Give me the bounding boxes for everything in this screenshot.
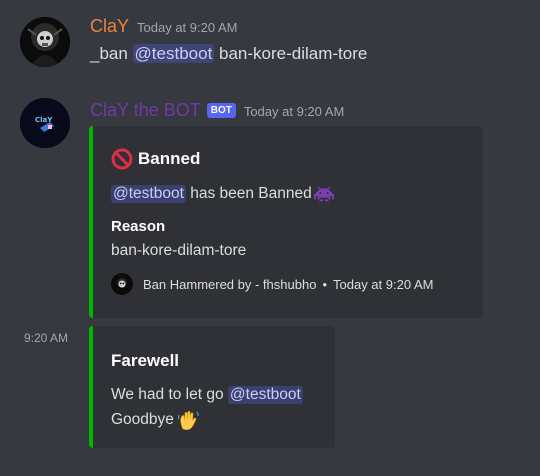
embed-title-text: Farewell bbox=[111, 351, 180, 370]
embed-farewell: Farewell We had to let go @testboot Good… bbox=[89, 326, 335, 448]
space-invader-icon bbox=[313, 186, 334, 202]
message-content: _ban @testboot ban-kore-dilam-tore bbox=[90, 44, 367, 64]
skull-avatar-icon bbox=[111, 273, 133, 295]
embed-footer: Ban Hammered by - fhshubho • Today at 9:… bbox=[111, 273, 433, 295]
no-entry-icon bbox=[111, 148, 133, 170]
hover-timestamp: 9:20 AM bbox=[24, 331, 69, 345]
description-text: We had to let go bbox=[111, 386, 228, 403]
message-clay-bot-continued: 9:20 AM Farewell We had to let go @testb… bbox=[0, 320, 540, 450]
skull-avatar-icon bbox=[20, 17, 70, 67]
embed-title: Banned bbox=[111, 148, 200, 170]
footer-avatar bbox=[111, 273, 133, 295]
message-text: ban-kore-dilam-tore bbox=[214, 44, 368, 63]
waving-hand-icon bbox=[177, 410, 199, 430]
timestamp: Today at 9:20 AM bbox=[243, 104, 345, 119]
message-text: _ban bbox=[90, 44, 133, 63]
description-text: has been Banned bbox=[185, 185, 312, 202]
embed-title-text: Banned bbox=[138, 149, 201, 168]
embed-title: Farewell bbox=[111, 351, 179, 371]
footer-text: Ban Hammered by - fhshubho bbox=[143, 276, 317, 292]
username[interactable]: ClaY bbox=[90, 16, 129, 37]
username[interactable]: ClaY the BOT bbox=[90, 100, 201, 121]
avatar[interactable] bbox=[20, 17, 70, 67]
description-text: Goodbye bbox=[111, 411, 174, 428]
embed-line-2: Goodbye bbox=[111, 409, 199, 431]
timestamp: Today at 9:20 AM bbox=[137, 20, 238, 35]
avatar[interactable]: ClaY bbox=[20, 98, 70, 148]
message-clay: ClaY Today at 9:20 AM _ban @testboot ban… bbox=[0, 0, 540, 80]
bot-avatar-icon: ClaY bbox=[20, 98, 70, 148]
footer-separator: • bbox=[322, 276, 327, 292]
embed-banned: Banned @testboot has been Banned Reason … bbox=[89, 126, 483, 318]
embed-description: @testboot has been Banned bbox=[111, 185, 334, 203]
message-clay-bot: ClaY ClaY the BOT BOT Today at 9:20 AM B… bbox=[0, 90, 540, 320]
user-mention[interactable]: @testboot bbox=[227, 386, 303, 404]
field-value: ban-kore-dilam-tore bbox=[111, 242, 247, 259]
footer-timestamp: Today at 9:20 AM bbox=[333, 276, 434, 292]
field-name: Reason bbox=[111, 218, 166, 235]
bot-tag: BOT bbox=[206, 103, 236, 118]
user-mention[interactable]: @testboot bbox=[132, 44, 215, 63]
user-mention[interactable]: @testboot bbox=[111, 185, 186, 203]
embed-line-1: We had to let go @testboot bbox=[111, 386, 303, 404]
